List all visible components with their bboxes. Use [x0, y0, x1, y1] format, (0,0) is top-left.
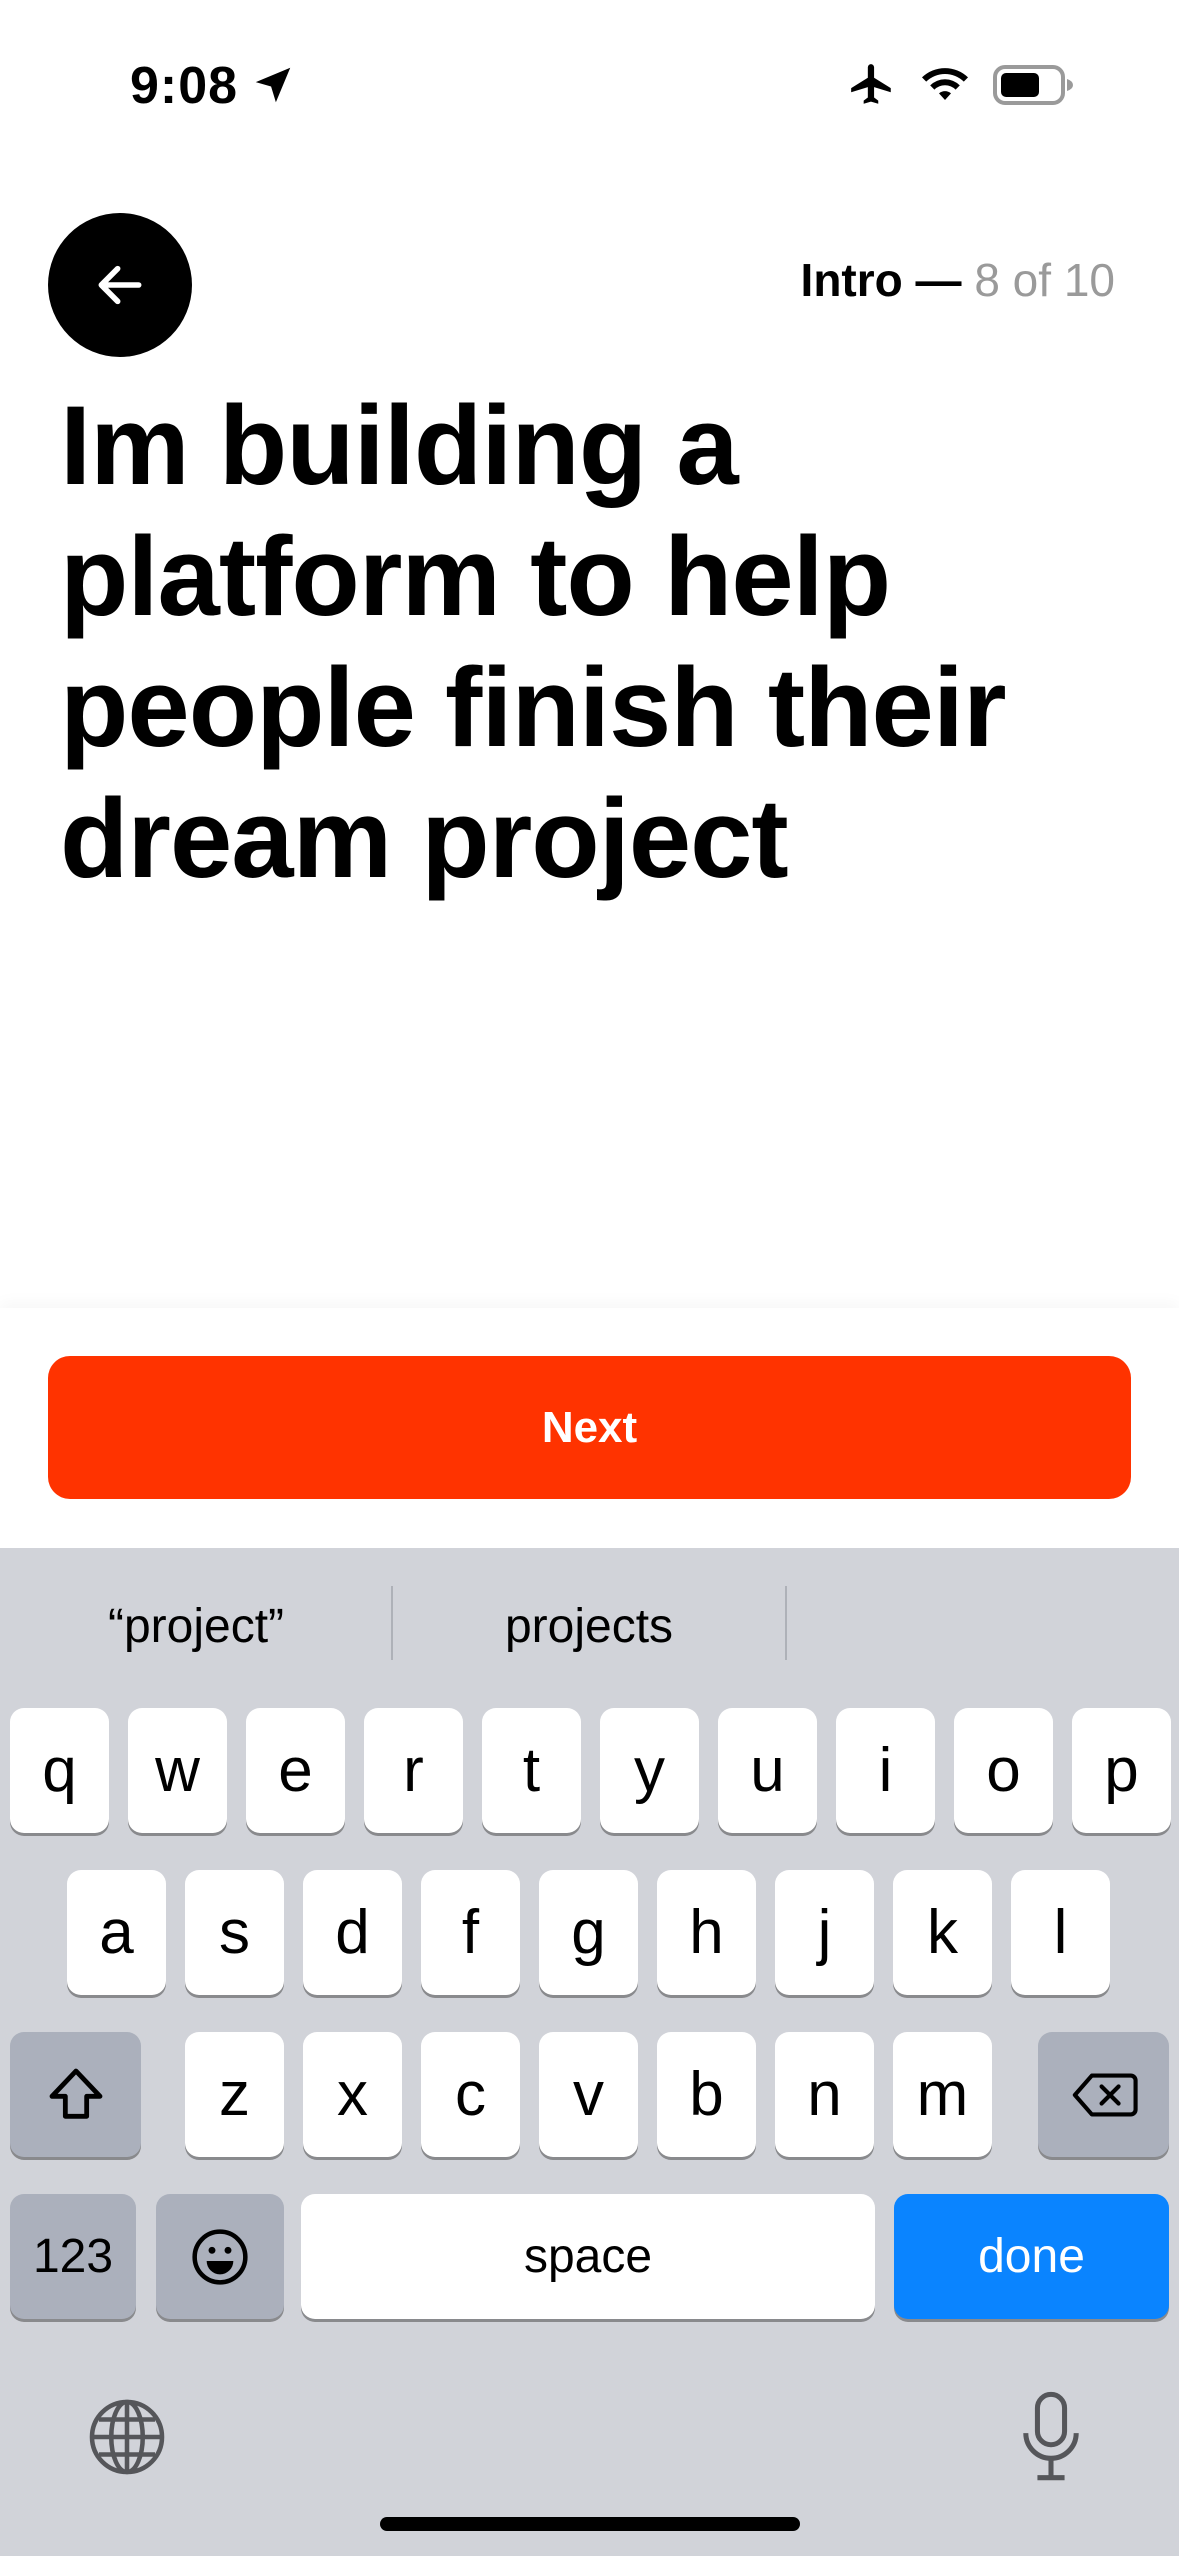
key-d[interactable]: d — [303, 1870, 402, 1995]
shift-icon — [49, 2068, 102, 2119]
keyboard: “project” projects q w e r t y u i o p a… — [0, 1548, 1179, 2556]
text-input[interactable]: Im building a platform to help people fi… — [60, 380, 1140, 904]
shift-key[interactable] — [10, 2032, 141, 2157]
globe-icon[interactable] — [85, 2395, 169, 2479]
suggestion-item[interactable]: “project” — [0, 1588, 392, 1664]
key-g[interactable]: g — [539, 1870, 638, 1995]
space-key[interactable]: space — [301, 2194, 875, 2319]
key-y[interactable]: y — [600, 1708, 699, 1833]
location-arrow-icon — [255, 67, 291, 103]
key-m[interactable]: m — [893, 2032, 992, 2157]
arrow-left-icon — [98, 265, 142, 305]
key-l[interactable]: l — [1011, 1870, 1110, 1995]
next-bar: Next — [0, 1308, 1179, 1548]
emoji-icon — [192, 2228, 248, 2285]
home-indicator[interactable] — [380, 2517, 800, 2531]
key-a[interactable]: a — [67, 1870, 166, 1995]
key-e[interactable]: e — [246, 1708, 345, 1833]
key-w[interactable]: w — [128, 1708, 227, 1833]
battery-icon — [993, 65, 1073, 105]
key-r[interactable]: r — [364, 1708, 463, 1833]
suggestion-bar: “project” projects — [0, 1548, 1179, 1698]
emoji-key[interactable] — [156, 2194, 284, 2319]
status-icons — [847, 60, 1075, 110]
key-s[interactable]: s — [185, 1870, 284, 1995]
status-bar: 9:08 — [0, 0, 1179, 150]
key-x[interactable]: x — [303, 2032, 402, 2157]
next-button[interactable]: Next — [48, 1356, 1131, 1499]
key-k[interactable]: k — [893, 1870, 992, 1995]
progress-count: 8 of 10 — [974, 254, 1115, 306]
numbers-key[interactable]: 123 — [10, 2194, 136, 2319]
status-time: 9:08 — [130, 57, 239, 115]
microphone-icon[interactable] — [1020, 2390, 1082, 2484]
progress-indicator: Intro — 8 of 10 — [801, 253, 1115, 307]
key-z[interactable]: z — [185, 2032, 284, 2157]
back-button[interactable] — [48, 213, 192, 357]
airplane-icon — [851, 64, 891, 104]
key-v[interactable]: v — [539, 2032, 638, 2157]
key-p[interactable]: p — [1072, 1708, 1171, 1833]
key-h[interactable]: h — [657, 1870, 756, 1995]
key-q[interactable]: q — [10, 1708, 109, 1833]
progress-section-label: Intro — [800, 254, 903, 306]
key-j[interactable]: j — [775, 1870, 874, 1995]
done-key[interactable]: done — [894, 2194, 1169, 2319]
wifi-icon — [922, 68, 968, 100]
key-n[interactable]: n — [775, 2032, 874, 2157]
key-f[interactable]: f — [421, 1870, 520, 1995]
backspace-icon — [1072, 2073, 1138, 2116]
key-u[interactable]: u — [718, 1708, 817, 1833]
key-o[interactable]: o — [954, 1708, 1053, 1833]
key-b[interactable]: b — [657, 2032, 756, 2157]
suggestion-item-empty[interactable] — [787, 1588, 1179, 1664]
suggestion-item[interactable]: projects — [393, 1588, 785, 1664]
key-c[interactable]: c — [421, 2032, 520, 2157]
key-i[interactable]: i — [836, 1708, 935, 1833]
progress-dash: — — [902, 254, 975, 306]
key-t[interactable]: t — [482, 1708, 581, 1833]
delete-key[interactable] — [1038, 2032, 1169, 2157]
